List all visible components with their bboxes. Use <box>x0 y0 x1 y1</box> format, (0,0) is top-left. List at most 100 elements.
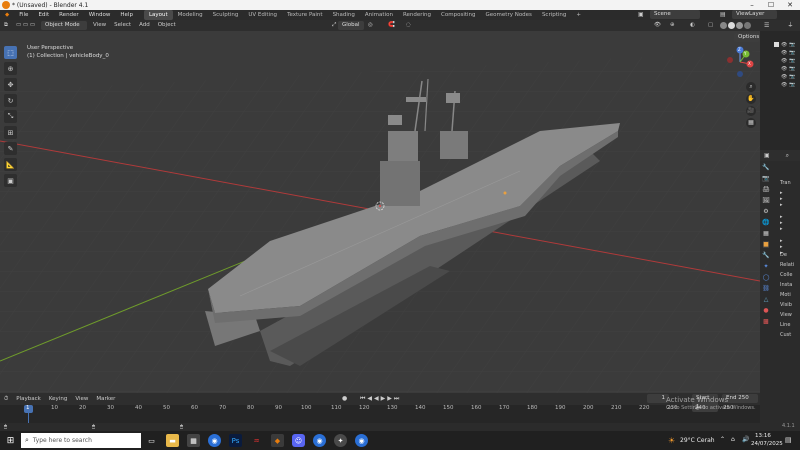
workspace-tab-animation[interactable]: Animation <box>360 10 398 20</box>
properties-editor-icon[interactable]: ▣ <box>760 152 770 159</box>
workspace-tab-modeling[interactable]: Modeling <box>173 10 208 20</box>
workspace-tab-compositing[interactable]: Compositing <box>436 10 480 20</box>
scene-tab-icon[interactable]: ⚙ <box>763 208 768 215</box>
mode-dropdown[interactable]: Object Mode <box>41 21 88 30</box>
render-camera-icon[interactable]: 📷 <box>789 82 795 88</box>
workspace-tab-geometry-nodes[interactable]: Geometry Nodes <box>481 10 537 20</box>
select-box-tool-icon[interactable]: ⬚ <box>4 46 17 59</box>
annotate-tool-icon[interactable]: ✎ <box>4 142 17 155</box>
task-view-icon[interactable]: ▭ <box>145 434 158 447</box>
outliner-editor-icon[interactable]: ☰ <box>760 22 769 29</box>
menu-marker[interactable]: Marker <box>92 394 119 405</box>
overlay-toggle-icon[interactable]: ◐ <box>686 20 699 31</box>
render-tab-icon[interactable]: 📷 <box>762 175 769 182</box>
render-camera-icon[interactable]: 📷 <box>789 42 795 48</box>
visibility-eye-icon[interactable]: 👁 <box>781 74 787 80</box>
cursor-tool-icon[interactable]: ⊕ <box>4 62 17 75</box>
section-custom-properties[interactable]: Cust <box>780 332 794 338</box>
orientation-dropdown[interactable]: Global <box>338 21 364 30</box>
playback-controls-icon[interactable]: ⏮◀◀▶▶⏭ <box>360 395 401 403</box>
render-camera-icon[interactable]: 📷 <box>789 50 795 56</box>
viewlayer-icon[interactable]: ▤ <box>720 11 726 18</box>
output-tab-icon[interactable]: 🖨 <box>762 186 770 193</box>
particles-tab-icon[interactable]: ✦ <box>763 263 768 270</box>
windows-start-icon[interactable]: ⊞ <box>4 434 17 447</box>
autokey-record-icon[interactable]: ● <box>342 395 347 402</box>
workspace-tab-uv-editing[interactable]: UV Editing <box>243 10 282 20</box>
perspective-toggle-icon[interactable]: ▦ <box>746 118 756 128</box>
app-icon[interactable]: ✦ <box>334 434 347 447</box>
discord-icon[interactable]: ☺ <box>292 434 305 447</box>
menu-add[interactable]: Add <box>135 20 154 31</box>
constraints-tab-icon[interactable]: ⛓ <box>762 285 770 292</box>
section-motion[interactable]: Moti <box>780 292 794 298</box>
section-instancing[interactable]: Insta <box>780 282 794 288</box>
outliner-filter-icon[interactable]: ⏚ <box>771 22 793 29</box>
workspace-tab-rendering[interactable]: Rendering <box>398 10 436 20</box>
section-viewport-display[interactable]: View <box>780 312 794 318</box>
zoom-icon[interactable]: ⌕ <box>746 82 756 92</box>
taskbar-search-box[interactable]: ⌕ Type here to search <box>21 433 141 448</box>
texture-tab-icon[interactable]: ▩ <box>763 318 769 325</box>
volume-icon[interactable]: 🔊 <box>742 436 749 443</box>
store-icon[interactable]: ▦ <box>187 434 200 447</box>
add-workspace-icon[interactable]: + <box>571 10 586 20</box>
visibility-eye-icon[interactable]: 👁 <box>781 66 787 72</box>
world-tab-icon[interactable]: 🌐 <box>762 219 769 226</box>
tool-tab-icon[interactable]: 🔧 <box>762 164 769 171</box>
maximize-button[interactable]: ☐ <box>762 0 780 10</box>
add-cube-tool-icon[interactable]: ▣ <box>4 174 17 187</box>
menu-edit[interactable]: Edit <box>33 10 54 20</box>
menu-object[interactable]: Object <box>154 20 180 31</box>
gizmo-toggle-icon[interactable]: ⊕ <box>666 20 679 31</box>
modifier-tab-icon[interactable]: 🔧 <box>762 252 769 259</box>
collection-checkbox-icon[interactable] <box>774 42 779 47</box>
measure-tool-icon[interactable]: 📐 <box>4 158 17 171</box>
clock-date[interactable]: 24/07/2025 <box>751 441 783 447</box>
clock-time[interactable]: 13:16 <box>755 433 771 439</box>
file-explorer-icon[interactable]: ▬ <box>166 434 179 447</box>
workspace-tab-shading[interactable]: Shading <box>328 10 360 20</box>
menu-help[interactable]: Help <box>115 10 138 20</box>
chrome-profile-2-icon[interactable]: ◉ <box>355 434 368 447</box>
weather-text[interactable]: 29°C Cerah <box>680 437 715 444</box>
menu-render[interactable]: Render <box>54 10 84 20</box>
workspace-tab-scripting[interactable]: Scripting <box>537 10 571 20</box>
view-object-types-icon[interactable]: 👁 <box>650 20 665 31</box>
notification-icon[interactable]: ▤ <box>785 436 792 444</box>
section-transform[interactable]: Tran <box>780 180 794 186</box>
acrobat-icon[interactable]: ♒ <box>250 434 263 447</box>
transform-fields[interactable]: ▸ ▸ ▸ ▸ ▸ ▸ ▸ ▸ ▸ <box>780 190 794 256</box>
menu-keying[interactable]: Keying <box>45 394 71 405</box>
data-tab-icon[interactable]: △ <box>764 296 769 303</box>
rendered-shading-icon[interactable] <box>744 22 751 29</box>
menu-select[interactable]: Select <box>110 20 135 31</box>
close-button[interactable]: ✕ <box>781 0 799 10</box>
render-camera-icon[interactable]: 📷 <box>789 66 795 72</box>
collection-tab-icon[interactable]: ▦ <box>763 230 769 237</box>
pan-hand-icon[interactable]: ✋ <box>746 94 756 104</box>
render-camera-icon[interactable]: 📷 <box>789 74 795 80</box>
visibility-eye-icon[interactable]: 👁 <box>781 58 787 64</box>
options-dropdown[interactable]: Options <box>734 33 760 42</box>
xray-toggle-icon[interactable]: ▢ <box>704 20 717 31</box>
section-collections[interactable]: Colle <box>780 272 794 278</box>
visibility-eye-icon[interactable]: 👁 <box>781 42 787 48</box>
material-shading-icon[interactable] <box>736 22 743 29</box>
physics-tab-icon[interactable]: ◯ <box>763 274 770 281</box>
menu-window[interactable]: Window <box>84 10 116 20</box>
camera-view-icon[interactable]: 🎥 <box>746 106 756 116</box>
scene-icon[interactable]: ▣ <box>638 11 644 18</box>
viewlayer-selector[interactable]: ViewLayer <box>732 10 777 19</box>
menu-file[interactable]: File <box>14 10 33 20</box>
rotate-tool-icon[interactable]: ↻ <box>4 94 17 107</box>
weather-icon[interactable]: ☀ <box>668 436 675 445</box>
render-camera-icon[interactable]: 📷 <box>789 58 795 64</box>
material-tab-icon[interactable]: ● <box>763 307 768 314</box>
blender-taskbar-icon[interactable]: ◆ <box>271 434 284 447</box>
tray-chevron-icon[interactable]: ⌃ <box>720 436 725 443</box>
visibility-eye-icon[interactable]: 👁 <box>781 82 787 88</box>
timeline-editor-icon[interactable]: ⏱ <box>0 394 12 405</box>
object-tab-icon[interactable]: ■ <box>763 241 769 248</box>
pivot-icon[interactable]: ◎ <box>364 20 377 31</box>
